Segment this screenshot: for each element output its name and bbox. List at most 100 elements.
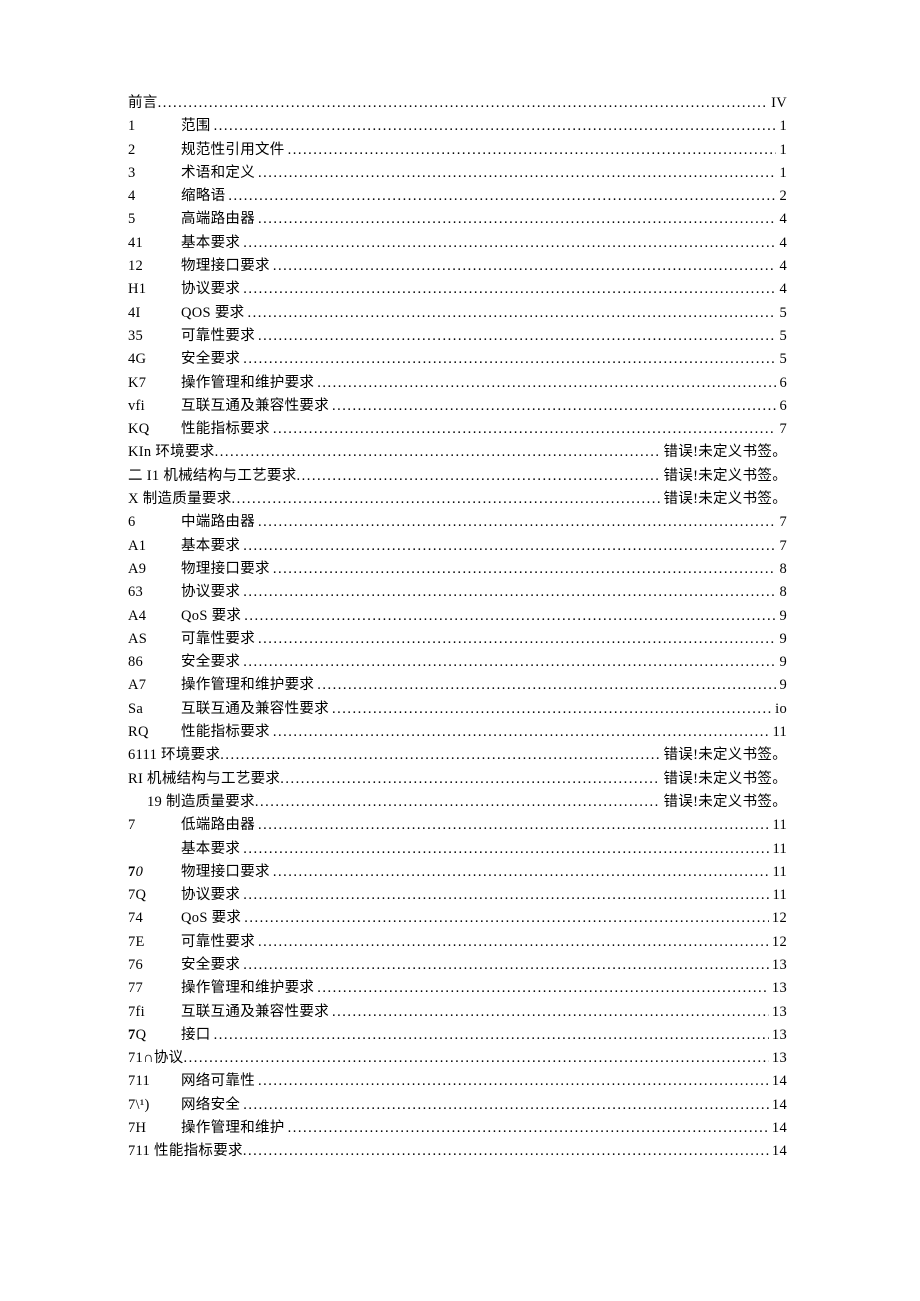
toc-row: KQ性能指标要求7 (128, 418, 787, 441)
toc-number: 12 (128, 255, 181, 278)
toc-list: 前言IV1范围12规范性引用文件13术语和定义14缩略语25高端路由器441基本… (128, 92, 787, 1164)
toc-page-number: 2 (776, 185, 787, 208)
toc-title: 物理接口要求 (181, 558, 273, 581)
toc-leader (247, 302, 776, 325)
toc-number: KQ (128, 418, 181, 441)
toc-page-number: 9 (776, 651, 787, 674)
toc-number: 63 (128, 581, 181, 604)
toc-leader (258, 208, 776, 231)
toc-title: 协议要求 (181, 581, 243, 604)
toc-number: AS (128, 628, 181, 651)
toc-page-number: 9 (776, 605, 787, 628)
toc-row: 7H操作管理和维护14 (128, 1117, 787, 1140)
toc-leader (332, 395, 776, 418)
toc-page-number: 12 (769, 931, 787, 954)
toc-title: 操作管理和维护 (181, 1117, 288, 1140)
toc-page-number: 1 (776, 139, 787, 162)
toc-leader (243, 838, 769, 861)
toc-title: 术语和定义 (181, 162, 258, 185)
toc-number: 7fi (128, 1001, 181, 1024)
toc-leader (317, 372, 776, 395)
toc-row: 5高端路由器4 (128, 208, 787, 231)
toc-page-number: 13 (769, 1001, 787, 1024)
toc-row: 7E可靠性要求12 (128, 931, 787, 954)
toc-leader (332, 1001, 769, 1024)
toc-row: A4QoS 要求9 (128, 605, 787, 628)
toc-leader (258, 1070, 769, 1093)
toc-number: A4 (128, 605, 181, 628)
toc-number: 7\¹) (128, 1094, 181, 1117)
toc-page-number: 1 (776, 115, 787, 138)
toc-title: 基本要求 (181, 232, 243, 255)
toc-page-number: 错误!未定义书签。 (660, 791, 787, 814)
toc-number: 二 I1 机械结构与工艺要求 (128, 465, 297, 488)
toc-number: RI 机械结构与工艺要求 (128, 768, 280, 791)
toc-row: 77操作管理和维护要求13 (128, 977, 787, 1000)
toc-leader (258, 628, 776, 651)
toc-page-number: 8 (776, 558, 787, 581)
toc-title: QoS 要求 (181, 907, 244, 930)
toc-title: QOS 要求 (181, 302, 247, 325)
toc-title: 可靠性要求 (181, 628, 258, 651)
toc-title: 可靠性要求 (181, 931, 258, 954)
toc-leader (273, 418, 777, 441)
toc-page-number: IV (768, 92, 787, 115)
toc-leader (288, 139, 777, 162)
toc-row: 12物理接口要求4 (128, 255, 787, 278)
toc-row: 6111 环境要求错误!未定义书签。 (128, 744, 787, 767)
toc-leader (243, 954, 769, 977)
toc-title: 操作管理和维护要求 (181, 674, 317, 697)
toc-row: K7操作管理和维护要求6 (128, 372, 787, 395)
toc-number: 7Q (128, 884, 181, 907)
toc-title: 物理接口要求 (181, 255, 273, 278)
toc-leader (243, 348, 776, 371)
toc-page-number: 11 (769, 884, 787, 907)
toc-row: A9物理接口要求8 (128, 558, 787, 581)
toc-leader (243, 232, 776, 255)
toc-row: 7低端路由器11 (128, 814, 787, 837)
toc-title: 缩略语 (181, 185, 228, 208)
toc-number: 7 (128, 814, 181, 837)
toc-number: 71∩协议 (128, 1047, 183, 1070)
toc-leader (183, 1047, 768, 1070)
toc-number: 前言 (128, 92, 158, 115)
toc-row: 1范围1 (128, 115, 787, 138)
toc-leader (332, 698, 772, 721)
toc-leader (317, 977, 769, 1000)
toc-row: 基本要求11 (128, 838, 787, 861)
toc-number: 711 性能指标要求 (128, 1140, 243, 1163)
toc-page-number: 14 (769, 1094, 787, 1117)
toc-page-number: 4 (776, 278, 787, 301)
toc-page-number: 错误!未定义书签。 (660, 441, 787, 464)
toc-page-number: 12 (769, 907, 787, 930)
toc-page-number: 1 (776, 162, 787, 185)
toc-leader (258, 511, 776, 534)
toc-number: 77 (128, 977, 181, 1000)
toc-leader (244, 605, 776, 628)
toc-number: 19 制造质量要求 (128, 791, 255, 814)
toc-row: 6中端路由器 7 (128, 511, 787, 534)
toc-title: 基本要求 (181, 535, 243, 558)
toc-leader (288, 1117, 769, 1140)
toc-leader (214, 1024, 769, 1047)
toc-row: 7fi互联互通及兼容性要求13 (128, 1001, 787, 1024)
toc-page-number: 11 (769, 721, 787, 744)
toc-page-number: 14 (769, 1140, 787, 1163)
toc-leader (258, 162, 776, 185)
toc-title: 低端路由器 (181, 814, 258, 837)
toc-row: AS可靠性要求9 (128, 628, 787, 651)
toc-number: 711 (128, 1070, 181, 1093)
toc-page-number: 7 (776, 511, 787, 534)
toc-leader (243, 884, 769, 907)
toc-row: 前言 IV (128, 92, 787, 115)
toc-title: 性能指标要求 (181, 418, 273, 441)
toc-row: 4G安全要求5 (128, 348, 787, 371)
toc-number: 6 (128, 511, 181, 534)
toc-title: 规范性引用文件 (181, 139, 288, 162)
toc-page-number: 5 (776, 325, 787, 348)
toc-title: 中端路由器 (181, 511, 258, 534)
toc-leader (280, 768, 660, 791)
toc-row: RI 机械结构与工艺要求错误!未定义书签。 (128, 768, 787, 791)
toc-title: 互联互通及兼容性要求 (181, 395, 332, 418)
toc-number: KIn 环境要求 (128, 441, 215, 464)
